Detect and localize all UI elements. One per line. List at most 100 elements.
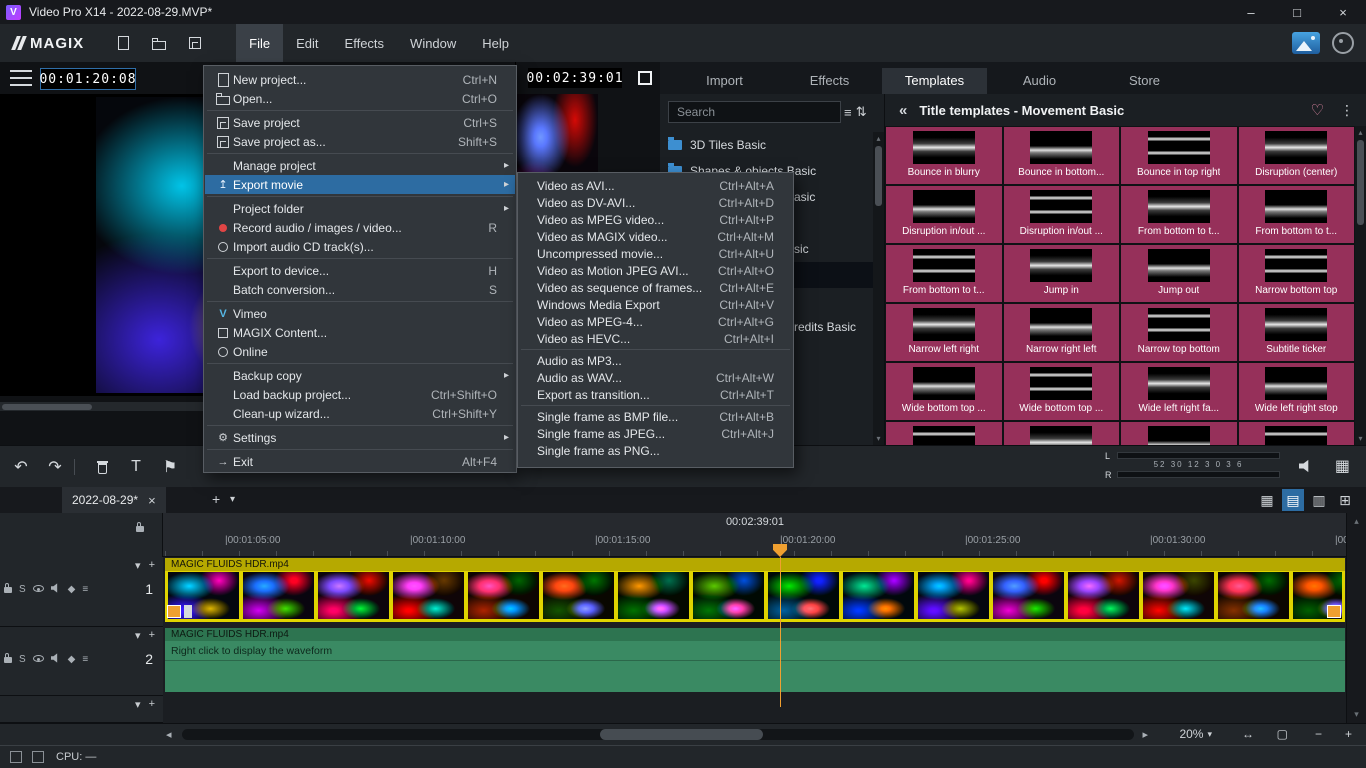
- scroll-right-icon[interactable]: ▸: [1142, 728, 1148, 741]
- track-keyframe-icon[interactable]: ◆: [68, 654, 76, 665]
- add-track-icon[interactable]: +: [149, 629, 155, 642]
- tab-audio[interactable]: Audio: [987, 68, 1092, 94]
- template-item-from-bottom-to-t[interactable]: From bottom to t...: [886, 245, 1002, 302]
- collapse-track-icon[interactable]: ▾: [135, 698, 141, 711]
- file-menu-item-export-movie[interactable]: ↥ Export movie ▸: [205, 175, 515, 194]
- template-item-wide-bottom-top[interactable]: Wide bottom top ...: [886, 363, 1002, 420]
- file-menu-item-import-audio-cd-track-s[interactable]: Import audio CD track(s)...: [205, 237, 515, 256]
- export-submenu-item-video-as-magix-video[interactable]: Video as MAGIX video... Ctrl+Alt+M: [519, 228, 792, 245]
- file-menu-item-clean-up-wizard[interactable]: Clean-up wizard... Ctrl+Shift+Y: [205, 404, 515, 423]
- track-lock-icon[interactable]: [4, 653, 12, 666]
- favorite-icon[interactable]: ♡: [1311, 101, 1324, 119]
- window-maximize-button[interactable]: □: [1274, 0, 1320, 24]
- track-mute-icon[interactable]: [50, 583, 61, 596]
- template-item-disruption-in-out[interactable]: Disruption in/out ...: [1003, 186, 1119, 243]
- template-item-narrow-right-left[interactable]: Narrow right left: [1003, 304, 1119, 361]
- collapse-track-icon[interactable]: ▾: [135, 559, 141, 572]
- timecode-display-left[interactable]: 00:01:20:08: [39, 68, 136, 90]
- track-curves-icon[interactable]: ≡: [82, 584, 88, 595]
- template-item-bounce-in-top-right[interactable]: Bounce in top right: [1121, 127, 1237, 184]
- category-scrollbar[interactable]: ▴ ▾: [873, 132, 884, 445]
- close-tab-icon[interactable]: ×: [148, 493, 156, 508]
- zoom-fit-icon[interactable]: ▢: [1277, 727, 1288, 741]
- menu-help[interactable]: Help: [469, 24, 522, 62]
- file-menu-item-magix-content[interactable]: MAGIX Content...: [205, 323, 515, 342]
- template-item-partial-22[interactable]: [1121, 422, 1237, 445]
- template-item-bounce-in-blurry[interactable]: Bounce in blurry: [886, 127, 1002, 184]
- track-solo-icon[interactable]: S: [19, 654, 26, 665]
- timeline-view-icon[interactable]: ▤: [1282, 489, 1304, 511]
- track-lock-icon[interactable]: [4, 583, 12, 596]
- file-menu-item-manage-project[interactable]: Manage project ▸: [205, 156, 515, 175]
- file-menu-item-vimeo[interactable]: V Vimeo: [205, 304, 515, 323]
- delete-icon[interactable]: [89, 454, 115, 480]
- template-item-partial-21[interactable]: [1003, 422, 1119, 445]
- add-tab-icon[interactable]: +: [212, 491, 220, 507]
- back-icon[interactable]: «: [899, 102, 907, 119]
- account-button[interactable]: [1332, 32, 1354, 54]
- track-visibility-icon[interactable]: [32, 584, 44, 595]
- menu-effects[interactable]: Effects: [332, 24, 398, 62]
- export-submenu-item-windows-media-export[interactable]: Windows Media Export Ctrl+Alt+V: [519, 296, 792, 313]
- category-item-3d-tiles-basic[interactable]: 3D Tiles Basic: [660, 132, 874, 158]
- scroll-down-icon[interactable]: ▾: [1347, 709, 1366, 720]
- export-submenu-item-video-as-dv-avi[interactable]: Video as DV-AVI... Ctrl+Alt+D: [519, 194, 792, 211]
- clip-handle[interactable]: [1327, 605, 1341, 618]
- scroll-thumb[interactable]: [875, 146, 882, 206]
- file-menu-item-new-project[interactable]: New project... Ctrl+N: [205, 70, 515, 89]
- menu-window[interactable]: Window: [397, 24, 469, 62]
- file-menu-item-online[interactable]: Online: [205, 342, 515, 361]
- file-menu-item-settings[interactable]: ⚙ Settings ▸: [205, 428, 515, 447]
- video-clip[interactable]: MAGIC FLUIDS HDR.mp4: [165, 558, 1345, 622]
- list-view-icon[interactable]: ≡: [841, 105, 855, 120]
- template-item-partial-20[interactable]: [886, 422, 1002, 445]
- scroll-thumb[interactable]: [1357, 140, 1364, 225]
- save-icon[interactable]: [182, 30, 208, 56]
- status-icon[interactable]: [32, 751, 44, 763]
- export-submenu-item-video-as-sequence-of-frames[interactable]: Video as sequence of frames... Ctrl+Alt+E: [519, 279, 792, 296]
- window-close-button[interactable]: ×: [1320, 0, 1366, 24]
- file-menu-item-backup-copy[interactable]: Backup copy ▸: [205, 366, 515, 385]
- export-submenu-item-export-as-transition[interactable]: Export as transition... Ctrl+Alt+T: [519, 386, 792, 403]
- menu-file[interactable]: File: [236, 24, 284, 62]
- open-folder-icon[interactable]: [146, 30, 172, 56]
- file-menu-item-batch-conversion[interactable]: Batch conversion... S: [205, 280, 515, 299]
- undo-icon[interactable]: ↶: [8, 454, 34, 480]
- clip-fade-handle[interactable]: [184, 605, 192, 618]
- file-menu-item-save-project-as[interactable]: Save project as... Shift+S: [205, 132, 515, 151]
- marker-icon[interactable]: ⚑: [157, 454, 183, 480]
- file-menu-item-open[interactable]: Open... Ctrl+O: [205, 89, 515, 108]
- export-submenu-item-video-as-mpeg-video[interactable]: Video as MPEG video... Ctrl+Alt+P: [519, 211, 792, 228]
- search-input[interactable]: [668, 101, 841, 123]
- timeline-vscrollbar[interactable]: ▴ ▾: [1346, 513, 1366, 723]
- template-scrollbar[interactable]: ▴ ▾: [1355, 126, 1366, 445]
- file-menu-item-export-to-device[interactable]: Export to device... H: [205, 261, 515, 280]
- template-item-partial-23[interactable]: [1238, 422, 1354, 445]
- track-curves-icon[interactable]: ≡: [82, 654, 88, 665]
- track-header-1[interactable]: ▾ + S ◆ ≡ 1: [0, 557, 163, 627]
- audio-clip[interactable]: MAGIC FLUIDS HDR.mp4 Right click to disp…: [165, 628, 1345, 692]
- zoom-fit-width-icon[interactable]: ↔: [1242, 727, 1254, 741]
- template-item-subtitle-ticker[interactable]: Subtitle ticker: [1238, 304, 1354, 361]
- add-track-icon[interactable]: +: [149, 698, 155, 711]
- file-menu-item-record-audio-images-video[interactable]: Record audio / images / video... R: [205, 218, 515, 237]
- hscroll-track[interactable]: [182, 729, 1134, 740]
- scroll-up-icon[interactable]: ▴: [873, 134, 884, 143]
- template-item-jump-out[interactable]: Jump out: [1121, 245, 1237, 302]
- audio-output-icon[interactable]: [1299, 459, 1314, 476]
- status-icon[interactable]: [10, 751, 22, 763]
- export-submenu-item-video-as-avi[interactable]: Video as AVI... Ctrl+Alt+A: [519, 177, 792, 194]
- file-menu-item-exit[interactable]: → Exit Alt+F4: [205, 452, 515, 471]
- timecode-display-right[interactable]: 00:02:39:01: [526, 68, 623, 88]
- zoom-select[interactable]: 20% ▾: [1179, 727, 1212, 741]
- scroll-left-icon[interactable]: ◂: [166, 728, 172, 741]
- template-item-bounce-in-bottom[interactable]: Bounce in bottom...: [1003, 127, 1119, 184]
- template-item-wide-left-right-stop[interactable]: Wide left right stop: [1238, 363, 1354, 420]
- export-submenu-item-video-as-hevc[interactable]: Video as HEVC... Ctrl+Alt+I: [519, 330, 792, 347]
- zoom-in-icon[interactable]: +: [1345, 727, 1352, 741]
- track-mute-icon[interactable]: [50, 653, 61, 666]
- redo-icon[interactable]: ↷: [42, 454, 68, 480]
- export-submenu-item-uncompressed-movie[interactable]: Uncompressed movie... Ctrl+Alt+U: [519, 245, 792, 262]
- scroll-up-icon[interactable]: ▴: [1355, 128, 1366, 137]
- timeline-ruler[interactable]: 00:02:39:01 |00:01:05:00 |00:01:10:00 |00:…: [0, 513, 1366, 557]
